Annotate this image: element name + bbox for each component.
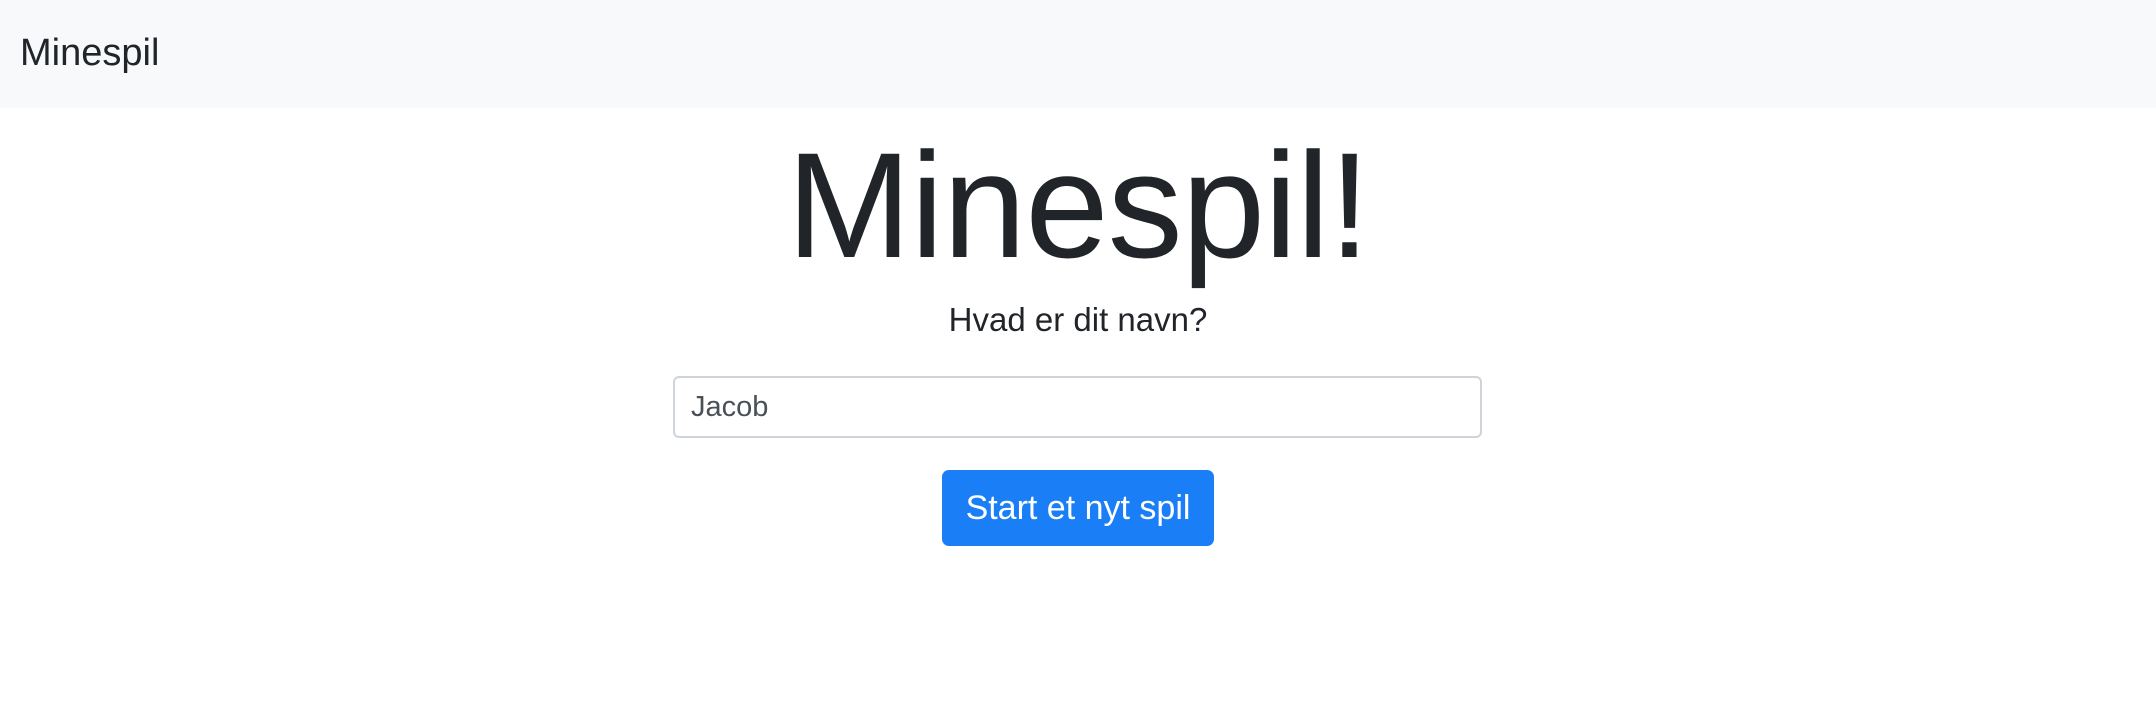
main-content: Minespil! Hvad er dit navn? Start et nyt… (0, 108, 2156, 718)
name-input[interactable] (673, 376, 1482, 438)
name-prompt-label: Hvad er dit navn? (948, 301, 1208, 338)
navbar: Minespil (0, 0, 2156, 108)
start-new-game-button[interactable]: Start et nyt spil (942, 470, 1214, 546)
navbar-brand-link[interactable]: Minespil (20, 28, 159, 78)
page-title: Minespil! (786, 121, 1371, 289)
